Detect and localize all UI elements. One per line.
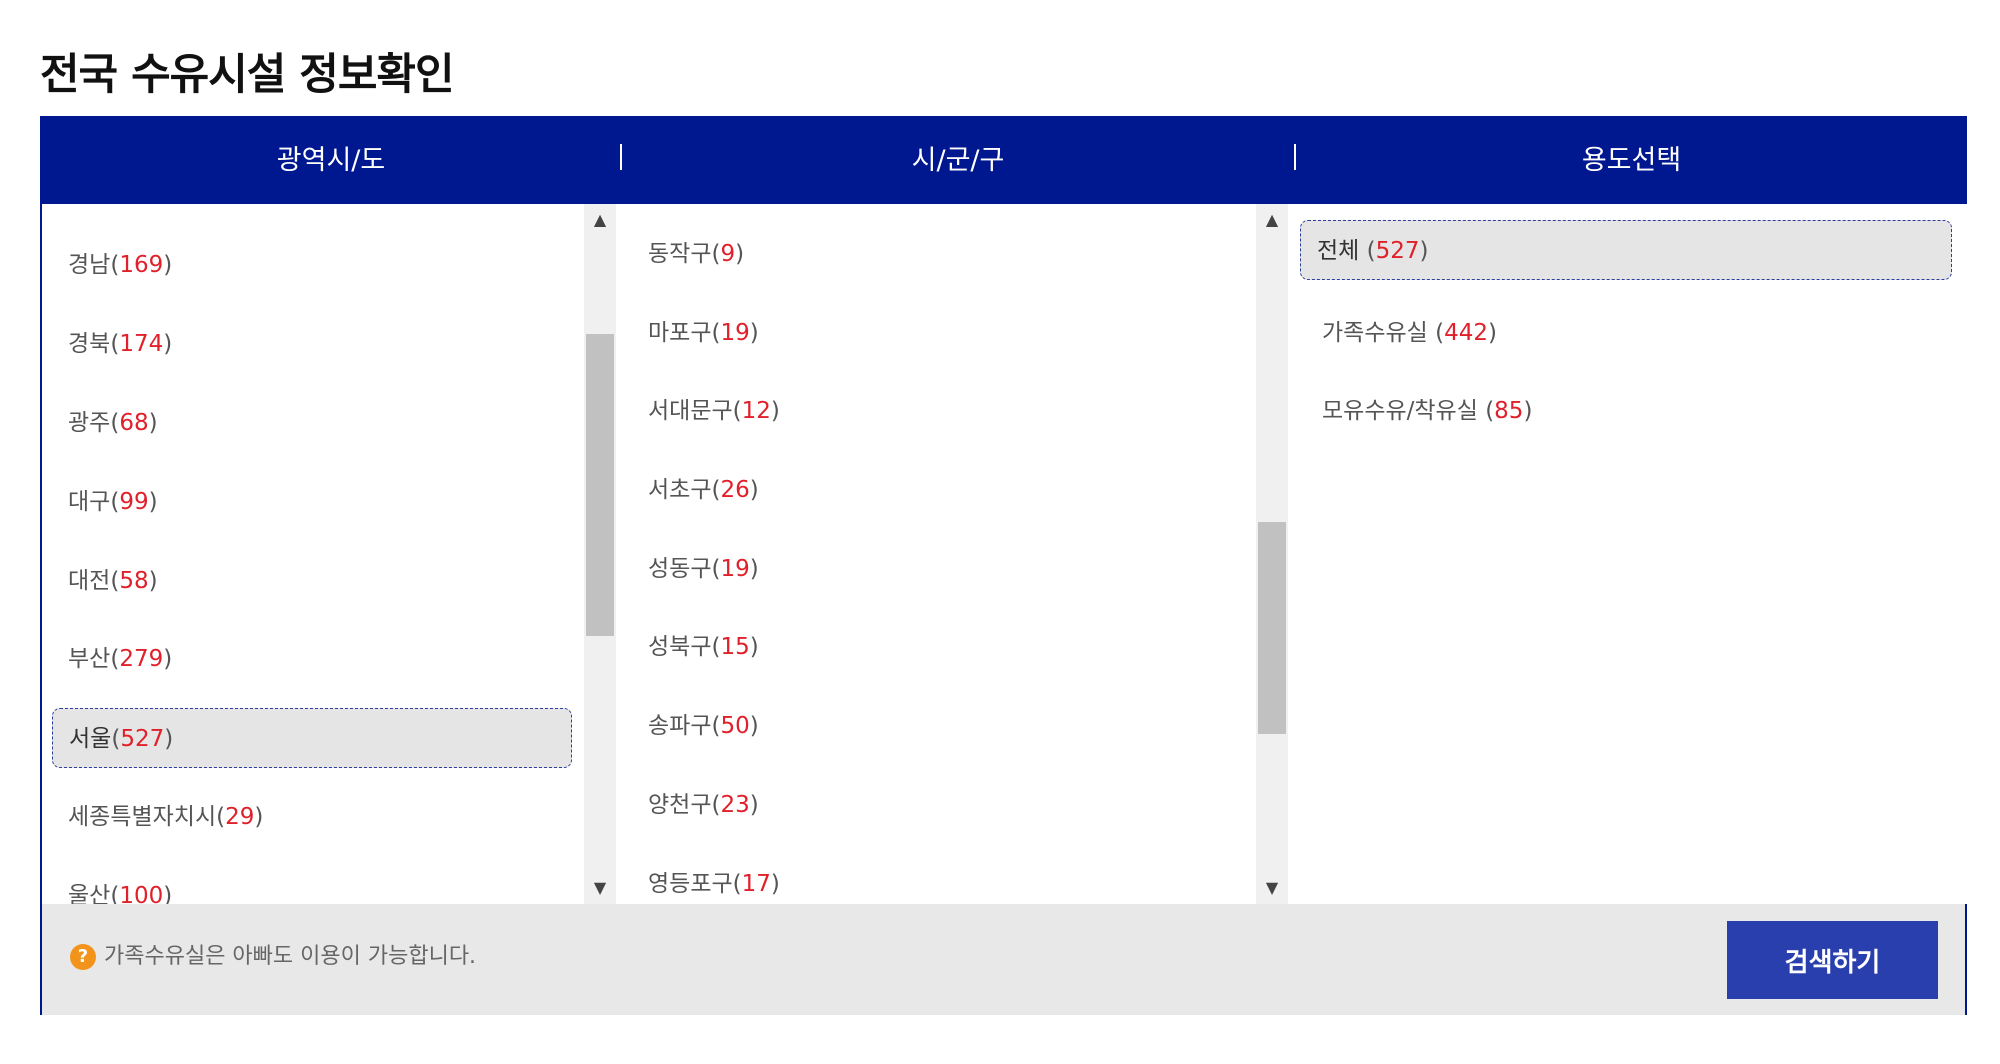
- list-item-district[interactable]: 서초구(26): [632, 460, 1272, 520]
- list-item-district[interactable]: 영등포구(17): [632, 854, 1272, 904]
- list-item-region[interactable]: 세종특별자치시(29): [52, 787, 572, 847]
- list-item-district[interactable]: 성동구(19): [632, 539, 1272, 599]
- region-scroll-thumb[interactable]: [586, 334, 614, 636]
- region-column-title: 광역시/도: [276, 145, 386, 176]
- scroll-down-icon[interactable]: ▼: [584, 872, 616, 904]
- help-text: 가족수유실은 아빠도 이용이 가능합니다.: [104, 944, 477, 969]
- list-item-district[interactable]: 송파구(50): [632, 696, 1272, 756]
- usage-column-title: 용도선택: [1581, 145, 1682, 176]
- list-item-region[interactable]: 부산(279): [52, 629, 572, 689]
- facility-search-panel: 광역시/도 시/군/구 용도선택 경남 경남(169) 경북(174) 광주(6…: [40, 116, 1967, 1015]
- district-list[interactable]: 동작구(9) 마포구(19) 서대문구(12) 서초구(26) 성동구(19) …: [622, 204, 1294, 904]
- district-scroll-thumb[interactable]: [1258, 522, 1286, 734]
- scroll-down-icon[interactable]: ▼: [1256, 872, 1288, 904]
- list-item-district[interactable]: 마포구(19): [632, 303, 1272, 363]
- district-column-title: 시/군/구: [911, 145, 1005, 176]
- page-title: 전국 수유시설 정보확인: [40, 50, 455, 100]
- list-item-district[interactable]: 양천구(23): [632, 775, 1272, 835]
- list-item-usage[interactable]: 가족수유실 (442): [1306, 303, 1958, 363]
- region-scrollbar[interactable]: ▲ ▼: [584, 204, 616, 904]
- question-icon: ?: [70, 944, 96, 970]
- list-item-district[interactable]: 동작구(9): [632, 224, 1272, 284]
- scroll-up-icon[interactable]: ▲: [584, 204, 616, 236]
- list-item-region[interactable]: 울산(100): [52, 866, 572, 904]
- list-item-region-selected[interactable]: 서울(527): [52, 708, 572, 768]
- search-button[interactable]: 검색하기: [1727, 921, 1938, 999]
- panel-footer: ? 가족수유실은 아빠도 이용이 가능합니다. 검색하기: [42, 904, 1965, 1015]
- list-item-region[interactable]: 경남(169): [52, 235, 572, 295]
- usage-list[interactable]: 전체 (527) 가족수유실 (442) 모유수유/착유실 (85): [1296, 204, 1967, 904]
- list-item-region[interactable]: 대전(58): [52, 551, 572, 611]
- list-item-region[interactable]: 대구(99): [52, 472, 572, 532]
- panel-header: 광역시/도 시/군/구 용도선택: [42, 118, 1965, 204]
- scroll-up-icon[interactable]: ▲: [1256, 204, 1288, 236]
- list-item-district[interactable]: 성북구(15): [632, 617, 1272, 677]
- list-item-region[interactable]: 광주(68): [52, 393, 572, 453]
- district-scrollbar[interactable]: ▲ ▼: [1256, 204, 1288, 904]
- region-list[interactable]: 경남 경남(169) 경북(174) 광주(68) 대구(99) 대전(58) …: [42, 204, 582, 904]
- list-item-usage[interactable]: 모유수유/착유실 (85): [1306, 381, 1958, 441]
- list-item-usage-selected[interactable]: 전체 (527): [1300, 220, 1952, 280]
- list-item-region[interactable]: 경북(174): [52, 314, 572, 374]
- list-item-district[interactable]: 서대문구(12): [632, 381, 1272, 441]
